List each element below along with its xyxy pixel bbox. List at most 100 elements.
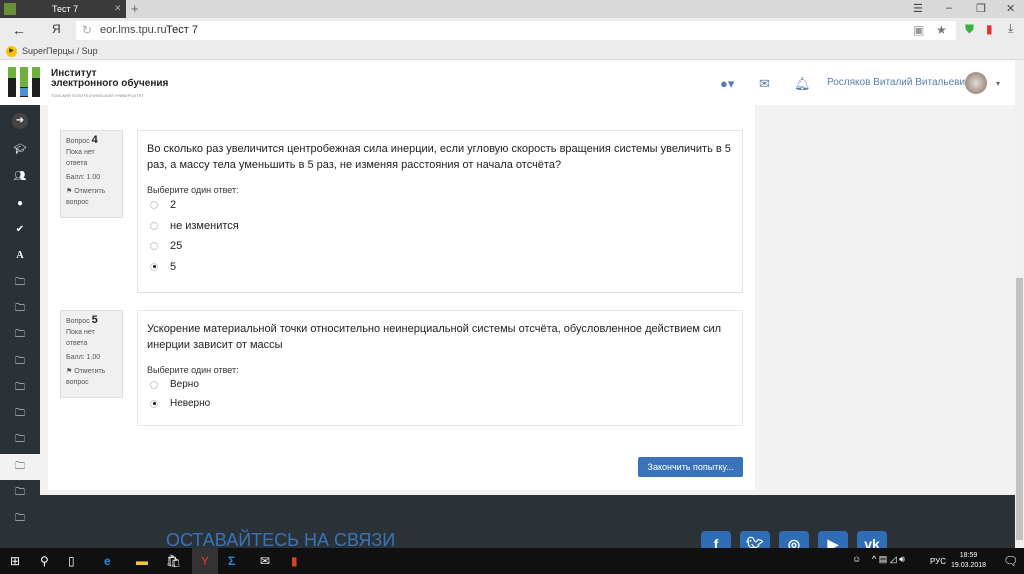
url-page-title: Тест 7 bbox=[166, 24, 198, 36]
institute-name-line2: электронного обучения bbox=[51, 78, 169, 89]
question-text: Ускорение материальной точки относительн… bbox=[147, 323, 722, 351]
back-arrow-icon[interactable]: ← bbox=[12, 22, 26, 38]
language-indicator[interactable]: РУС bbox=[930, 557, 946, 566]
avatar[interactable] bbox=[965, 72, 987, 94]
sidebar-circle-icon[interactable]: ● bbox=[0, 191, 40, 217]
user-menu-caret-icon[interactable]: ▾ bbox=[996, 79, 1000, 88]
question-number: 4 bbox=[91, 134, 98, 146]
university-name: ТОМСКИЙ ПОЛИТЕХНИЧЕСКИЙ УНИВЕРСИТЕТ bbox=[51, 93, 144, 98]
clock-time: 18:59 bbox=[959, 552, 978, 559]
mail-app-icon[interactable]: ✉ bbox=[260, 554, 270, 568]
answer-option[interactable]: 25 bbox=[147, 236, 733, 257]
browser-tab[interactable]: Тест 7 ✕ bbox=[0, 0, 126, 18]
question-number: 5 bbox=[91, 314, 98, 326]
sidebar: ➜ 🎓︎ 👥︎ ● ✔ A 🗀︎ 🗀︎ 🗀︎ 🗀︎ 🗀︎ 🗀︎ 🗀︎ 🗀︎ 🗀︎… bbox=[0, 105, 40, 548]
sidebar-folder-icon[interactable]: 🗀︎ bbox=[0, 270, 40, 296]
address-bar-row: ← Я ↻ eor.lms.tpu.ru Тест 7 ▣ ★ ⛊ ▮ ⤓ bbox=[0, 18, 1024, 43]
file-explorer-icon[interactable]: ▬ bbox=[136, 554, 148, 568]
powerpoint-icon[interactable]: ▮ bbox=[291, 554, 298, 568]
sidebar-folder-icon[interactable]: 🗀︎ bbox=[0, 401, 40, 427]
question-score: Балл: 1.00 bbox=[66, 174, 101, 181]
answer-prompt: Выберите один ответ: bbox=[147, 365, 239, 375]
question-label: Вопрос bbox=[66, 318, 90, 325]
sidebar-folder-icon[interactable]: 🗀︎ bbox=[0, 480, 40, 506]
messages-envelope-icon[interactable]: ✉ bbox=[759, 76, 770, 92]
tab-bar: Тест 7 ✕ + ☰ – ❐ ✕ bbox=[0, 0, 1024, 18]
site-header: Институт электронного обучения ТОМСКИЙ П… bbox=[0, 60, 1015, 105]
translate-icon[interactable]: ▣ bbox=[913, 23, 924, 37]
notifications-bell-icon[interactable]: 🔔︎ bbox=[794, 76, 811, 92]
taskbar: ⊞ ⚲ ▯ e ▬ 🛍︎ Y Σ ✉ ▮ ☺ ^ ▤ ◿ 🔊︎ РУС 18:5… bbox=[0, 548, 1024, 574]
restore-button[interactable]: ❐ bbox=[976, 2, 986, 15]
radio-button[interactable] bbox=[150, 201, 158, 210]
radio-button-selected[interactable] bbox=[150, 399, 158, 408]
bookmark-link[interactable]: SuperПерцы / Sup bbox=[22, 46, 98, 56]
answer-option[interactable]: 2 bbox=[147, 195, 733, 216]
yandex-icon[interactable]: Я bbox=[52, 22, 61, 36]
sidebar-folder-icon[interactable]: 🗀︎ bbox=[0, 296, 40, 322]
radio-button[interactable] bbox=[150, 221, 158, 230]
answer-option[interactable]: 5 bbox=[147, 257, 733, 278]
tab-title: Тест 7 bbox=[52, 4, 79, 14]
sidebar-folder-icon[interactable]: 🗀︎ bbox=[0, 322, 40, 348]
sidebar-folder-icon[interactable]: 🗀︎ bbox=[0, 506, 40, 532]
play-icon: ▶ bbox=[6, 46, 17, 57]
task-view-icon[interactable]: ▯ bbox=[68, 554, 75, 568]
scrollbar-thumb[interactable] bbox=[1016, 278, 1023, 540]
sidebar-folder-icon-active[interactable]: 🗀︎ bbox=[0, 454, 40, 480]
finish-attempt-button[interactable]: Закончить попытку... bbox=[638, 457, 743, 477]
question-text: Во сколько раз увеличится центробежная с… bbox=[147, 143, 731, 171]
people-icon[interactable]: ☺ bbox=[852, 554, 861, 564]
reload-icon[interactable]: ↻ bbox=[82, 23, 92, 37]
language-globe-icon[interactable]: ●▾ bbox=[720, 76, 734, 92]
clock[interactable]: 18:59 19.03.2018 bbox=[951, 551, 986, 571]
sidebar-check-icon[interactable]: ✔ bbox=[0, 217, 40, 243]
institute-logo[interactable] bbox=[8, 67, 40, 97]
yandex-browser-icon[interactable]: Y bbox=[192, 548, 218, 574]
radio-button-selected[interactable] bbox=[150, 262, 158, 271]
search-icon[interactable]: ⚲ bbox=[40, 554, 49, 568]
radio-button[interactable] bbox=[150, 380, 158, 389]
windows-start-icon[interactable]: ⊞ bbox=[10, 554, 20, 568]
sigma-app-icon[interactable]: Σ bbox=[228, 554, 235, 568]
flag-question-link[interactable]: ⚑ Отметить вопрос bbox=[66, 186, 117, 208]
sidebar-folder-icon[interactable]: 🗀︎ bbox=[0, 427, 40, 453]
question-score: Балл: 1.00 bbox=[66, 354, 101, 361]
flag-label: Отметить вопрос bbox=[66, 188, 106, 206]
action-center-icon[interactable]: 🗨︎ bbox=[1003, 554, 1018, 568]
pdf-extension-icon[interactable]: ▮ bbox=[986, 22, 993, 36]
clock-date: 19.03.2018 bbox=[951, 562, 987, 569]
answer-option[interactable]: Верно bbox=[147, 375, 733, 394]
sidebar-grades-icon[interactable]: A bbox=[0, 243, 40, 269]
bookmark-star-icon[interactable]: ★ bbox=[936, 23, 947, 37]
sidebar-participants-icon[interactable]: 👥︎ bbox=[0, 164, 40, 190]
answer-option[interactable]: Неверно bbox=[147, 394, 733, 413]
tray-icons[interactable]: ^ ▤ ◿ 🔊︎ bbox=[872, 554, 905, 565]
adguard-shield-icon[interactable]: ⛊ bbox=[965, 22, 974, 37]
flag-question-link[interactable]: ⚑ Отметить вопрос bbox=[66, 366, 117, 388]
store-icon[interactable]: 🛍︎ bbox=[166, 554, 181, 568]
sidebar-courses-icon[interactable]: 🎓︎ bbox=[0, 137, 40, 163]
edge-icon[interactable]: e bbox=[104, 554, 111, 568]
sidebar-toggle-icon[interactable]: ➜ bbox=[0, 108, 40, 134]
tab-close-icon[interactable]: ✕ bbox=[114, 3, 122, 14]
menu-icon[interactable]: ☰ bbox=[913, 2, 923, 15]
option-label: 25 bbox=[170, 240, 183, 253]
answer-option[interactable]: не изменится bbox=[147, 216, 733, 237]
minimize-button[interactable]: – bbox=[946, 2, 952, 14]
radio-button[interactable] bbox=[150, 242, 158, 251]
new-tab-button[interactable]: + bbox=[131, 1, 139, 16]
question-label: Вопрос bbox=[66, 138, 90, 145]
user-name[interactable]: Росляков Виталий Витальевич bbox=[827, 77, 970, 88]
option-label: Верно bbox=[170, 379, 199, 390]
download-icon[interactable]: ⤓ bbox=[1008, 21, 1013, 36]
option-label: 5 bbox=[170, 260, 177, 273]
option-label: Неверно bbox=[170, 398, 211, 409]
tab-favicon-icon bbox=[4, 3, 16, 15]
close-window-button[interactable]: ✕ bbox=[1006, 2, 1015, 15]
question-status: Пока нет ответа bbox=[66, 329, 95, 347]
url-field[interactable]: ↻ eor.lms.tpu.ru Тест 7 ▣ ★ bbox=[76, 21, 956, 40]
sidebar-folder-icon[interactable]: 🗀︎ bbox=[0, 375, 40, 401]
answer-prompt: Выберите один ответ: bbox=[147, 185, 239, 195]
sidebar-folder-icon[interactable]: 🗀︎ bbox=[0, 349, 40, 375]
